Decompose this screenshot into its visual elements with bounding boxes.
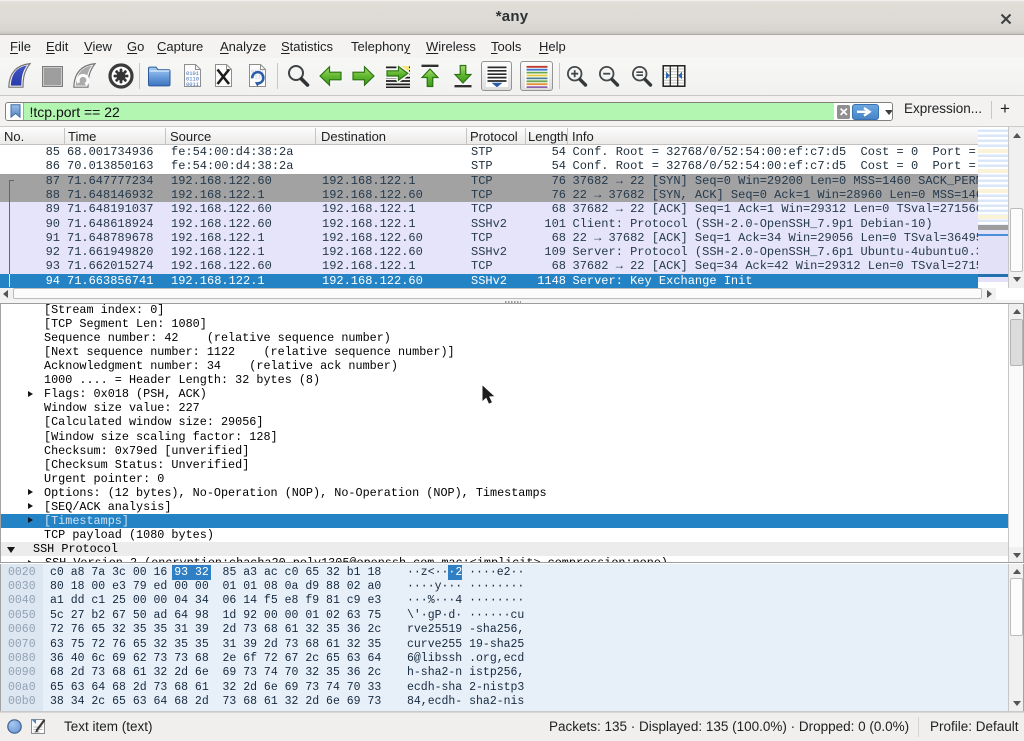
svg-text:0011: 0011 xyxy=(186,82,199,88)
